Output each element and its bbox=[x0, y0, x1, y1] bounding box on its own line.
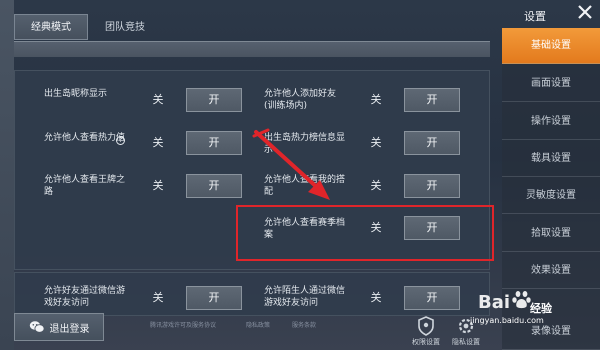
annotation-highlight-box bbox=[236, 205, 494, 261]
sidebar-item-graphics[interactable]: 画面设置 bbox=[502, 66, 600, 102]
setting-label: 允许他人查看热力值 bbox=[44, 133, 126, 143]
watermark-text: 经验 bbox=[530, 302, 552, 315]
setting-toggle[interactable]: 关 开 bbox=[130, 88, 242, 112]
logout-button[interactable]: 退出登录 bbox=[14, 313, 104, 341]
toggle-off-button[interactable]: 关 bbox=[130, 88, 186, 112]
toggle-on-button[interactable]: 开 bbox=[186, 286, 242, 310]
watermark-url: jingyan.baidu.com bbox=[470, 316, 544, 325]
shield-icon bbox=[418, 316, 434, 336]
privacy-link[interactable]: 隐私政策 bbox=[246, 320, 270, 329]
toggle-on-button[interactable]: 开 bbox=[186, 88, 242, 112]
terms-link[interactable]: 服务条款 bbox=[292, 320, 316, 329]
annotation-arrow-icon bbox=[252, 128, 330, 200]
sidebar-item-controls[interactable]: 操作设置 bbox=[502, 104, 600, 140]
agreement-link[interactable]: 腾讯游戏许可及服务协议 bbox=[150, 320, 216, 329]
setting-toggle[interactable]: 关 开 bbox=[348, 174, 460, 198]
help-icon[interactable]: ? bbox=[116, 136, 125, 145]
permission-settings-label: 权限设置 bbox=[412, 338, 440, 346]
permission-settings-button[interactable]: 权限设置 bbox=[412, 316, 440, 347]
toggle-off-button[interactable]: 关 bbox=[348, 286, 404, 310]
toggle-off-button[interactable]: 关 bbox=[348, 131, 404, 155]
logout-label: 退出登录 bbox=[49, 323, 90, 335]
setting-toggle[interactable]: 关 开 bbox=[130, 131, 242, 155]
toggle-off-button[interactable]: 关 bbox=[348, 88, 404, 112]
top-section-bar bbox=[14, 41, 490, 57]
toggle-on-button[interactable]: 开 bbox=[186, 131, 242, 155]
toggle-on-button[interactable]: 开 bbox=[404, 88, 460, 112]
setting-toggle[interactable]: 关 开 bbox=[348, 286, 460, 310]
sidebar-item-vehicle[interactable]: 载具设置 bbox=[502, 141, 600, 177]
toggle-off-button[interactable]: 关 bbox=[130, 174, 186, 198]
settings-title: 设置 bbox=[524, 10, 546, 23]
close-icon[interactable] bbox=[576, 3, 594, 21]
setting-label: 允许他人查看王牌之路 bbox=[44, 175, 126, 197]
toggle-off-button[interactable]: 关 bbox=[348, 174, 404, 198]
toggle-on-button[interactable]: 开 bbox=[404, 286, 460, 310]
setting-label: 出生岛昵称显示 bbox=[44, 89, 108, 99]
setting-toggle[interactable]: 关 开 bbox=[130, 174, 242, 198]
privacy-settings-label: 隐私设置 bbox=[452, 338, 480, 346]
toggle-on-button[interactable]: 开 bbox=[186, 174, 242, 198]
setting-toggle[interactable]: 关 开 bbox=[130, 286, 242, 310]
toggle-on-button[interactable]: 开 bbox=[404, 131, 460, 155]
tab-team-deathmatch[interactable]: 团队竞技 bbox=[88, 14, 162, 40]
setting-toggle[interactable]: 关 开 bbox=[348, 88, 460, 112]
tab-classic-mode[interactable]: 经典模式 bbox=[14, 14, 88, 40]
mode-tabs: 经典模式 团队竞技 bbox=[14, 14, 162, 42]
toggle-on-button[interactable]: 开 bbox=[404, 174, 460, 198]
sidebar-item-pickup[interactable]: 拾取设置 bbox=[502, 216, 600, 252]
setting-label: 允许陌生人通过微信游戏好友访问 bbox=[264, 286, 346, 308]
setting-label: 允许好友通过微信游戏好友访问 bbox=[44, 286, 126, 308]
watermark-brand: Bai bbox=[478, 292, 510, 313]
wechat-icon bbox=[29, 321, 44, 333]
setting-toggle[interactable]: 关 开 bbox=[348, 131, 460, 155]
setting-label: 允许他人添加好友(训练场内) bbox=[264, 89, 337, 111]
toggle-off-button[interactable]: 关 bbox=[130, 131, 186, 155]
toggle-off-button[interactable]: 关 bbox=[130, 286, 186, 310]
sidebar-item-basic[interactable]: 基础设置 bbox=[502, 28, 600, 64]
left-edge bbox=[0, 0, 14, 350]
sidebar-item-sensitivity[interactable]: 灵敏度设置 bbox=[502, 178, 600, 214]
